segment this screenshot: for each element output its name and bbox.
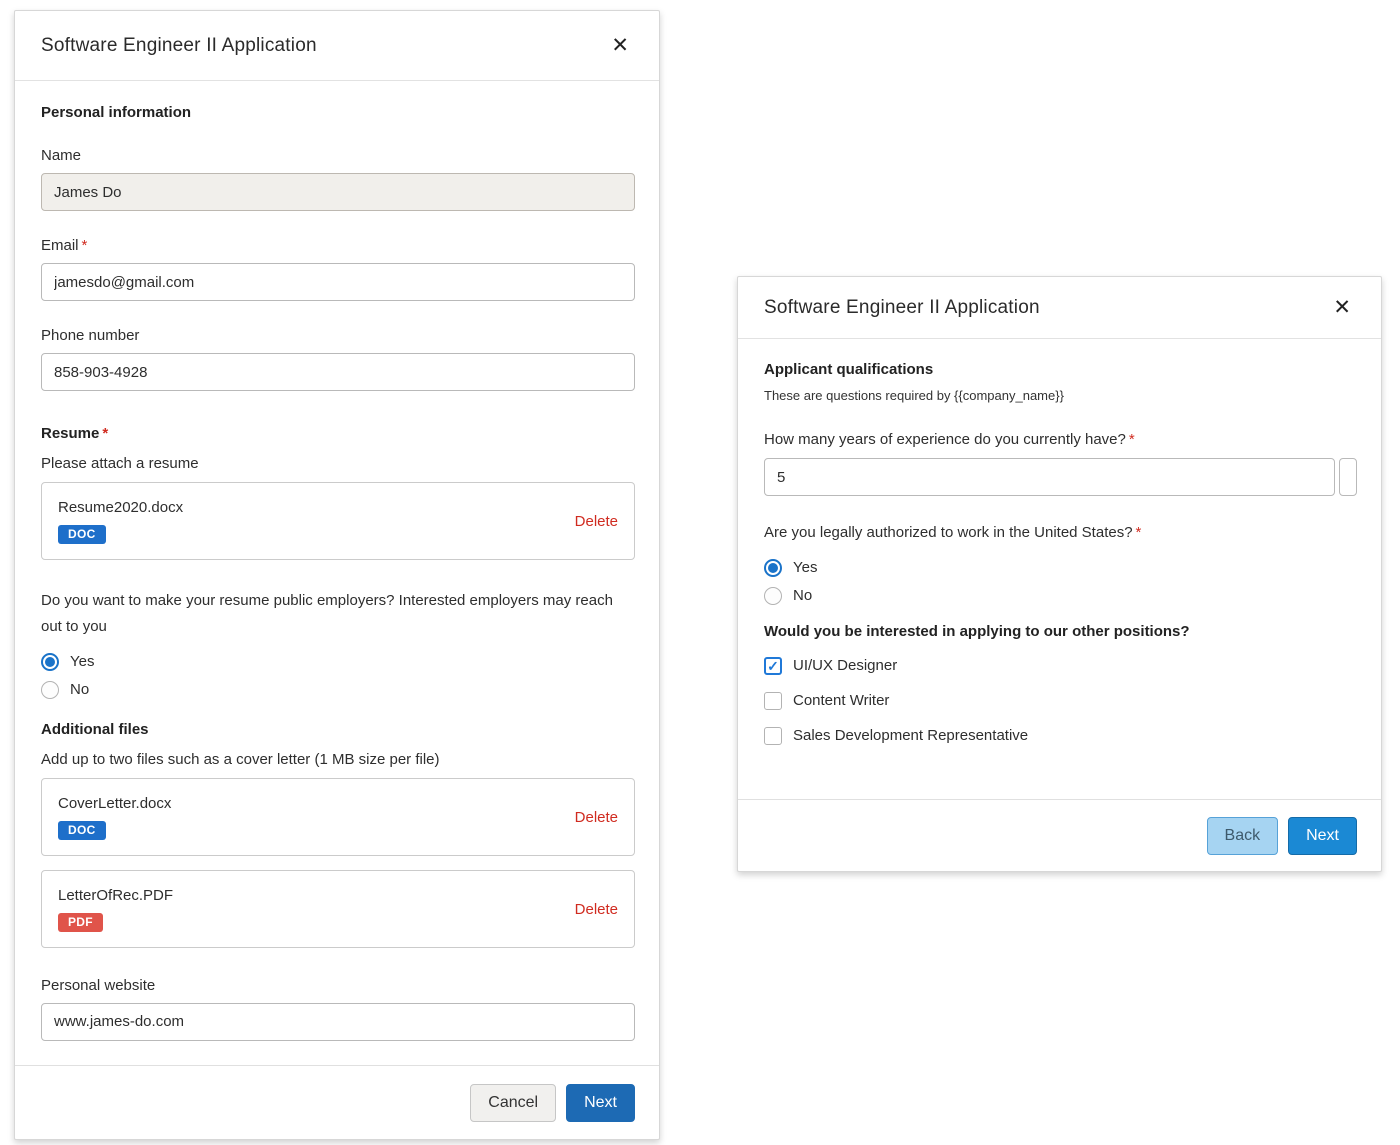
section-heading-personal-information: Personal information (41, 104, 635, 121)
experience-input[interactable] (764, 458, 1335, 496)
file-info: Resume2020.docx DOC (58, 499, 183, 544)
additional-files-hint: Add up to two files such as a cover lett… (41, 751, 635, 768)
radio-label: Yes (70, 653, 94, 670)
modal-body: Applicant qualifications These are quest… (738, 339, 1381, 799)
resume-public-question: Do you want to make your resume public e… (41, 588, 635, 640)
delete-resume-button[interactable]: Delete (575, 513, 618, 530)
modal-header: Software Engineer II Application ✕ (738, 277, 1381, 339)
radio-label: Yes (793, 559, 817, 576)
application-modal-personal-info: Software Engineer II Application ✕ Perso… (14, 10, 660, 1140)
required-asterisk: * (102, 425, 108, 442)
radio-option-yes[interactable]: Yes (41, 653, 635, 671)
page: Software Engineer II Application ✕ Perso… (0, 0, 1400, 1145)
modal-body: Personal information Name Email* Phone n… (15, 81, 659, 1065)
name-label: Name (41, 147, 635, 164)
checkbox-option-uiux-designer[interactable]: UI/UX Designer (764, 657, 1357, 675)
checkbox-unchecked-icon (764, 727, 782, 745)
work-authorization-radio-group: Yes No (764, 559, 1357, 605)
resume-file-card: Resume2020.docx DOC Delete (41, 482, 635, 560)
radio-selected-icon (764, 559, 782, 577)
file-info: LetterOfRec.PDF PDF (58, 887, 173, 932)
checkbox-option-content-writer[interactable]: Content Writer (764, 692, 1357, 710)
required-asterisk: * (82, 237, 88, 254)
modal-title: Software Engineer II Application (41, 35, 317, 57)
radio-option-no[interactable]: No (764, 587, 1357, 605)
file-type-badge: PDF (58, 913, 103, 932)
file-name: LetterOfRec.PDF (58, 887, 173, 904)
section-heading-resume: Resume* (41, 425, 635, 442)
letter-of-rec-file-card: LetterOfRec.PDF PDF Delete (41, 870, 635, 948)
checkbox-label: Sales Development Representative (793, 727, 1028, 744)
radio-unselected-icon (41, 681, 59, 699)
cancel-button[interactable]: Cancel (470, 1084, 556, 1122)
file-name: Resume2020.docx (58, 499, 183, 516)
resume-public-radio-group: Yes No (41, 653, 635, 699)
close-icon[interactable]: ✕ (1329, 295, 1355, 320)
radio-unselected-icon (764, 587, 782, 605)
next-button[interactable]: Next (1288, 817, 1357, 855)
modal-footer: Cancel Next (15, 1065, 659, 1139)
delete-letter-of-rec-button[interactable]: Delete (575, 901, 618, 918)
application-modal-qualifications: Software Engineer II Application ✕ Appli… (737, 276, 1382, 872)
personal-website-label: Personal website (41, 977, 635, 994)
file-info: CoverLetter.docx DOC (58, 795, 171, 840)
file-type-badge: DOC (58, 821, 106, 840)
experience-input-group (764, 458, 1357, 496)
cover-letter-file-card: CoverLetter.docx DOC Delete (41, 778, 635, 856)
qualifications-subtitle: These are questions required by {{compan… (764, 388, 1357, 403)
resume-hint: Please attach a resume (41, 455, 635, 472)
close-icon[interactable]: ✕ (607, 33, 633, 58)
required-asterisk: * (1129, 431, 1135, 448)
radio-option-yes[interactable]: Yes (764, 559, 1357, 577)
next-button[interactable]: Next (566, 1084, 635, 1122)
number-stepper[interactable] (1339, 458, 1357, 496)
email-label: Email* (41, 237, 635, 254)
checkbox-checked-icon (764, 657, 782, 675)
experience-question-label: How many years of experience do you curr… (764, 431, 1357, 448)
personal-website-field[interactable] (41, 1003, 635, 1041)
phone-field[interactable] (41, 353, 635, 391)
radio-label: No (793, 587, 812, 604)
section-heading-applicant-qualifications: Applicant qualifications (764, 361, 1357, 378)
modal-header: Software Engineer II Application ✕ (15, 11, 659, 81)
other-positions-checkbox-group: UI/UX Designer Content Writer Sales Deve… (764, 657, 1357, 745)
radio-selected-icon (41, 653, 59, 671)
file-name: CoverLetter.docx (58, 795, 171, 812)
required-asterisk: * (1136, 524, 1142, 541)
modal-footer: Back Next (738, 799, 1381, 871)
file-type-badge: DOC (58, 525, 106, 544)
checkbox-option-sales-development-representative[interactable]: Sales Development Representative (764, 727, 1357, 745)
name-input[interactable] (41, 173, 635, 211)
work-authorization-question-label: Are you legally authorized to work in th… (764, 520, 1357, 546)
phone-label: Phone number (41, 327, 635, 344)
checkbox-unchecked-icon (764, 692, 782, 710)
checkbox-label: Content Writer (793, 692, 889, 709)
back-button[interactable]: Back (1207, 817, 1279, 855)
radio-label: No (70, 681, 89, 698)
other-positions-question-label: Would you be interested in applying to o… (764, 623, 1357, 640)
section-heading-additional-files: Additional files (41, 721, 635, 738)
email-field[interactable] (41, 263, 635, 301)
delete-cover-letter-button[interactable]: Delete (575, 809, 618, 826)
radio-option-no[interactable]: No (41, 681, 635, 699)
checkbox-label: UI/UX Designer (793, 657, 897, 674)
modal-title: Software Engineer II Application (764, 297, 1040, 319)
